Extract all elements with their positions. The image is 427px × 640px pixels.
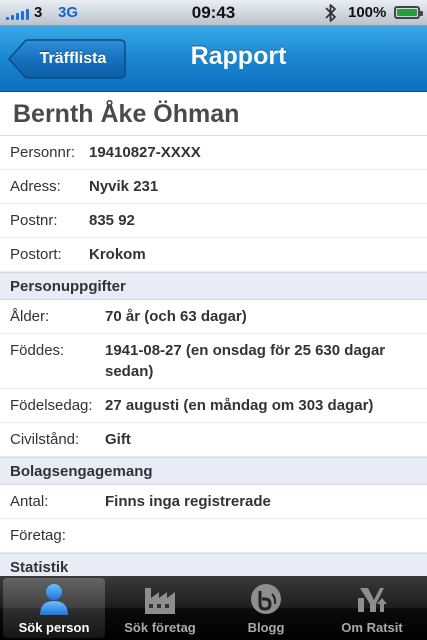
tab-bar: Sök person Sök företag Blogg Om Ratsit [0, 576, 427, 640]
field-label: Föddes: [10, 342, 65, 359]
field-label: Postnr: [10, 212, 58, 229]
field-value: 70 år (och 63 dagar) [105, 308, 247, 325]
tab-om-ratsit[interactable]: Om Ratsit [321, 578, 423, 638]
info-row: Företag: [0, 519, 427, 553]
info-row: Ålder: 70 år (och 63 dagar) [0, 300, 427, 334]
info-row: Civilstånd: Gift [0, 423, 427, 457]
info-row: Adress: Nyvik 231 [0, 170, 427, 204]
tab-sok-person[interactable]: Sök person [3, 578, 105, 638]
field-label: Ålder: [10, 308, 50, 325]
person-icon [40, 584, 68, 615]
field-label: Födelsedag: [10, 397, 93, 414]
info-row: Postort: Krokom [0, 238, 427, 272]
report-content[interactable]: Bernth Åke Öhman Personnr: 19410827-XXXX… [0, 92, 427, 576]
company-engagement-list: Antal: Finns inga registrerade Företag: [0, 485, 427, 553]
tab-label: Blogg [247, 620, 285, 635]
page-title: Rapport [190, 42, 287, 70]
blog-icon [251, 584, 281, 614]
field-label: Adress: [10, 178, 61, 195]
info-row: Föddes: 1941-08-27 (en onsdag för 25 630… [0, 334, 427, 389]
field-label: Antal: [10, 493, 49, 510]
field-value: 19410827-XXXX [89, 144, 201, 161]
field-label: Postort: [10, 246, 62, 263]
section-header-bolagsengagemang: Bolagsengagemang [0, 457, 427, 485]
factory-icon [145, 588, 175, 614]
tab-label: Om Ratsit [341, 620, 403, 635]
battery-icon [394, 6, 423, 19]
field-value: Gift [105, 431, 131, 448]
bluetooth-icon [325, 4, 336, 22]
field-value: Nyvik 231 [89, 178, 159, 195]
info-row: Antal: Finns inga registrerade [0, 485, 427, 519]
field-value: Krokom [89, 246, 146, 263]
ratsit-logo-icon [358, 588, 387, 612]
back-button-label: Träfflista [39, 50, 107, 67]
tab-sok-foretag[interactable]: Sök företag [109, 578, 211, 638]
field-value: 835 92 [89, 212, 135, 229]
section-header-personuppgifter: Personuppgifter [0, 272, 427, 300]
personal-details-list: Ålder: 70 år (och 63 dagar) Föddes: 1941… [0, 300, 427, 457]
field-value: Finns inga registrerade [105, 493, 271, 510]
field-value: 1941-08-27 (en onsdag för 25 630 dagar s… [105, 342, 386, 380]
status-bar: 3 3G 09:43 100% [0, 0, 427, 26]
basic-info-list: Personnr: 19410827-XXXX Adress: Nyvik 23… [0, 136, 427, 272]
battery-fill [397, 9, 417, 16]
section-header-statistik: Statistik [0, 553, 427, 576]
navigation-bar: Träfflista Rapport [0, 26, 427, 92]
field-label: Företag: [10, 527, 66, 544]
tab-blogg[interactable]: Blogg [215, 578, 317, 638]
tab-label: Sök företag [124, 620, 196, 635]
info-row: Födelsedag: 27 augusti (en måndag om 303… [0, 389, 427, 423]
field-label: Civilstånd: [10, 431, 80, 448]
field-label: Personnr: [10, 144, 76, 161]
back-button[interactable]: Träfflista [8, 39, 126, 79]
field-value: 27 augusti (en måndag om 303 dagar) [105, 397, 374, 414]
info-row: Postnr: 835 92 [0, 204, 427, 238]
tab-label: Sök person [18, 620, 90, 635]
person-name: Bernth Åke Öhman [0, 92, 427, 136]
info-row: Personnr: 19410827-XXXX [0, 136, 427, 170]
battery-percent: 100% [348, 4, 387, 21]
